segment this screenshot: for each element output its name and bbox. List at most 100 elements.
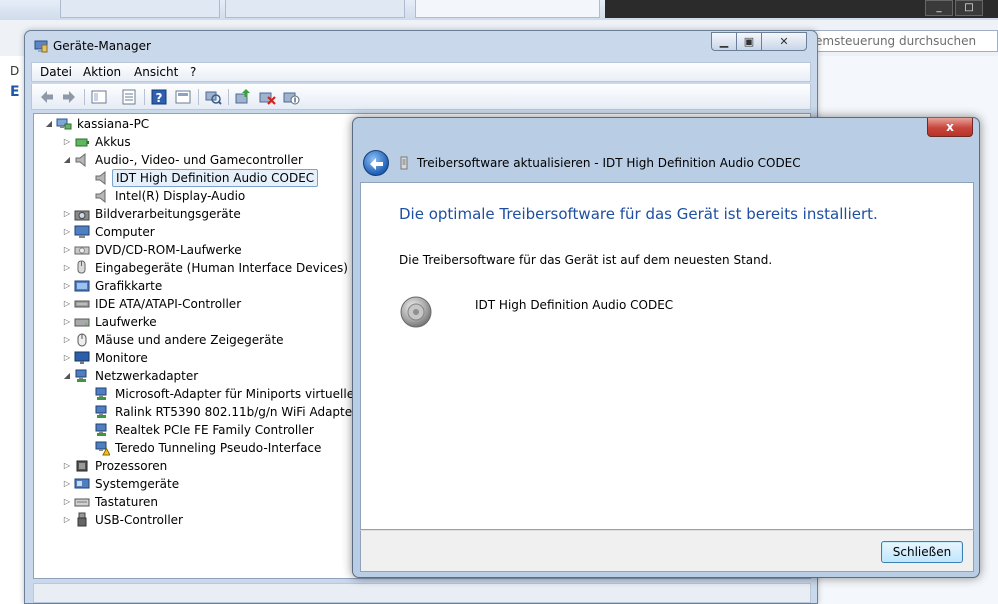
expand-arrow-icon[interactable]: ▷ (62, 241, 72, 259)
tree-item-label: Ralink RT5390 802.11b/g/n WiFi Adapter (115, 405, 358, 419)
tree-item-label: Bildverarbeitungsgeräte (95, 207, 241, 221)
background-letter: E (10, 84, 20, 100)
device-manager-title-bar[interactable]: Geräte-Manager ▁ ▣ ✕ (25, 31, 817, 61)
background-tab[interactable] (60, 0, 220, 18)
network-adapter-icon (75, 369, 87, 382)
tree-item-label: Eingabegeräte (Human Interface Devices) (95, 261, 348, 275)
collapse-arrow-icon[interactable]: ◢ (44, 115, 54, 133)
svg-text:?: ? (156, 91, 163, 105)
dialog-heading: Die optimale Treibersoftware für das Ger… (399, 205, 878, 223)
expand-arrow-icon[interactable]: ▷ (62, 457, 72, 475)
network-adapter-icon (95, 423, 107, 436)
speaker-icon (75, 152, 86, 168)
tree-item-label: Realtek PCIe FE Family Controller (115, 423, 314, 437)
toolbar-separator (198, 89, 199, 105)
battery-icon (75, 138, 89, 147)
expand-arrow-icon[interactable]: ▷ (62, 493, 72, 511)
forward-icon[interactable] (60, 88, 78, 106)
back-arrow-icon[interactable] (363, 150, 389, 176)
uninstall-icon[interactable] (258, 88, 276, 106)
disk-drive-icon (74, 318, 90, 327)
control-panel-search-input[interactable]: emsteuerung durchsuchen (810, 30, 998, 52)
expand-arrow-icon[interactable]: ▷ (62, 313, 72, 331)
help-icon[interactable]: ? (150, 88, 168, 106)
tree-item-label: DVD/CD-ROM-Laufwerke (95, 243, 242, 257)
display-adapter-icon (74, 280, 90, 292)
network-adapter-icon (95, 387, 107, 400)
menu-datei[interactable]: Datei (40, 65, 72, 79)
expand-arrow-icon[interactable]: ▷ (62, 277, 72, 295)
background-letter: D (10, 64, 20, 78)
toolbar-separator (84, 89, 85, 105)
tree-item-label: Netzwerkadapter (95, 369, 199, 383)
tree-item-label: Audio-, Video- und Gamecontroller (95, 153, 303, 167)
tree-item-label: Tastaturen (95, 495, 158, 509)
computer-network-icon (56, 118, 72, 130)
expand-arrow-icon[interactable]: ▷ (62, 331, 72, 349)
tree-item-label: Microsoft-Adapter für Miniports virtuell… (115, 387, 378, 401)
tree-item-label: IDT High Definition Audio CODEC (112, 169, 319, 187)
expand-arrow-icon[interactable]: ▷ (62, 475, 72, 493)
background-tab[interactable] (415, 0, 600, 18)
tree-item-label: Systemgeräte (95, 477, 180, 491)
minimize-icon[interactable]: _ (925, 0, 953, 16)
keyboard-icon (74, 498, 90, 507)
expand-arrow-icon[interactable]: ▷ (62, 295, 72, 313)
scan-hardware-icon[interactable] (204, 88, 222, 106)
camera-icon (74, 210, 90, 221)
close-dialog-button[interactable]: Schließen (881, 541, 963, 563)
tree-item-label: Akkus (95, 135, 131, 149)
expand-arrow-icon[interactable]: ▷ (62, 349, 72, 367)
update-driver-icon[interactable] (234, 88, 252, 106)
close-button[interactable]: ✕ (761, 32, 807, 51)
collapse-arrow-icon[interactable]: ◢ (62, 367, 72, 385)
toolbar-separator (144, 89, 145, 105)
device-manager-app-icon (34, 40, 48, 53)
tree-item-label: Computer (95, 225, 155, 239)
dialog-content: Die optimale Treibersoftware für das Ger… (360, 182, 974, 530)
menu-aktion[interactable]: Aktion (83, 65, 121, 79)
dialog-close-x-button[interactable]: x (927, 118, 973, 137)
back-icon[interactable] (38, 88, 56, 106)
speaker-icon (400, 296, 432, 328)
update-driver-dialog: x Treibersoftware aktualisieren - IDT Hi… (352, 117, 980, 578)
view-icon[interactable] (174, 88, 192, 106)
maximize-icon[interactable]: □ (955, 0, 983, 16)
dialog-footer: Schließen (360, 530, 974, 572)
device-name: IDT High Definition Audio CODEC (475, 298, 674, 312)
speaker-icon (95, 188, 106, 204)
properties-icon[interactable] (90, 88, 108, 106)
tree-item-label: USB-Controller (95, 513, 183, 527)
show-hidden-icon[interactable] (120, 88, 138, 106)
menu-bar: Datei Aktion Ansicht ? (31, 62, 811, 82)
disable-icon[interactable] (282, 88, 300, 106)
back-arrow-glyph (370, 158, 383, 170)
monitor-icon (74, 351, 90, 364)
device-small-icon (400, 156, 408, 170)
tree-item-label: Mäuse und andere Zeigegeräte (95, 333, 284, 347)
expand-arrow-icon[interactable]: ▷ (62, 133, 72, 151)
collapse-arrow-icon[interactable]: ◢ (62, 151, 72, 169)
background-tab[interactable] (225, 0, 405, 18)
window-title: Geräte-Manager (53, 39, 151, 53)
menu-ansicht[interactable]: Ansicht (134, 65, 178, 79)
dialog-message: Die Treibersoftware für das Gerät ist au… (399, 253, 773, 267)
maximize-button[interactable]: ▣ (736, 32, 762, 51)
network-adapter-warning-icon (95, 441, 110, 456)
tree-item-label: Grafikkarte (95, 279, 163, 293)
menu-help[interactable]: ? (190, 65, 196, 79)
minimize-button[interactable]: ▁ (711, 32, 737, 51)
expand-arrow-icon[interactable]: ▷ (62, 223, 72, 241)
expand-arrow-icon[interactable]: ▷ (62, 259, 72, 277)
tree-item-label: Teredo Tunneling Pseudo-Interface (115, 441, 322, 455)
usb-icon (77, 512, 87, 527)
network-adapter-icon (95, 405, 107, 418)
expand-arrow-icon[interactable]: ▷ (62, 205, 72, 223)
status-bar (33, 583, 811, 603)
expand-arrow-icon[interactable]: ▷ (62, 511, 72, 529)
toolbar: ? (31, 84, 811, 110)
